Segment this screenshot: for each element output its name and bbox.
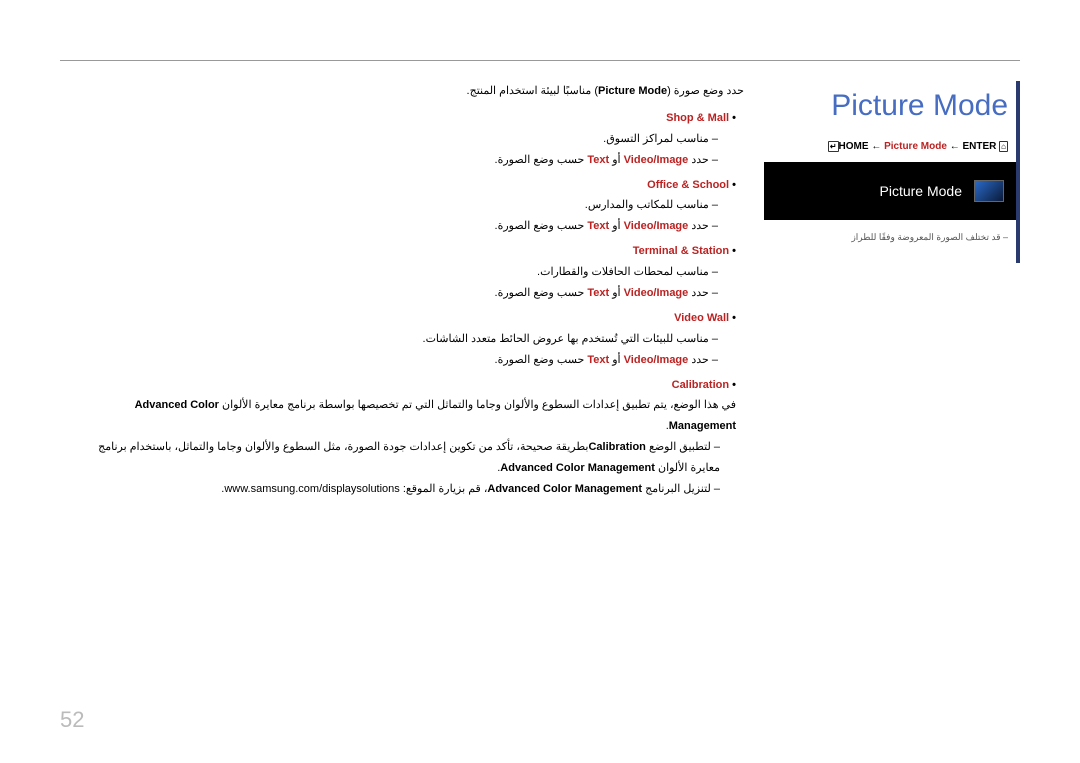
- page-title: Picture Mode: [764, 89, 1016, 123]
- home-icon: ⌂: [999, 141, 1008, 152]
- text-label: Text: [587, 220, 609, 232]
- mode-name: Calibration: [672, 379, 729, 391]
- page-number: 52: [60, 707, 84, 733]
- mode-desc: مناسب للبيئات التي تُستخدم بها عروض الحا…: [70, 329, 736, 350]
- text-label: Text: [587, 287, 609, 299]
- mode-name: Office & School: [647, 179, 729, 191]
- cal-bullet-1: لتطبيق الوضع Calibrationبطريقة صحيحة، تأ…: [70, 437, 720, 479]
- enter-icon: ↵: [828, 141, 839, 152]
- osd-note: – قد تختلف الصورة المعروضة وفقًا للطراز: [764, 232, 1016, 243]
- picture-mode-icon: [974, 180, 1004, 202]
- or-text: أو: [609, 220, 623, 232]
- or-text: أو: [609, 287, 623, 299]
- mode-name: Terminal & Station: [633, 245, 729, 257]
- mode-select: حدد Video/Image أو Text حسب وضع الصورة.: [70, 216, 736, 237]
- mode-video-wall: Video Wall مناسب للبيئات التي تُستخدم به…: [70, 308, 736, 371]
- cal-pre: في هذا الوضع، يتم تطبيق إعدادات السطوع و…: [219, 399, 736, 411]
- intro-post: ) مناسبًا لبيئة استخدام المنتج.: [467, 85, 598, 97]
- mode-name: Shop & Mall: [666, 112, 729, 124]
- breadcrumb-mid: Picture Mode: [884, 141, 947, 152]
- mode-desc: مناسب لمراكز التسوق.: [70, 129, 736, 150]
- video-image-label: Video/Image: [624, 154, 689, 166]
- mode-desc: مناسب لمحطات الحافلات والقطارات.: [70, 262, 736, 283]
- or-text: أو: [609, 354, 623, 366]
- intro-pre: حدد وضع صورة (: [667, 85, 744, 97]
- b1-cal: Calibration: [588, 441, 645, 453]
- mode-name: Video Wall: [674, 312, 729, 324]
- select-post: حسب وضع الصورة.: [495, 220, 588, 232]
- b2-mid: ، قم بزيارة الموقع:: [400, 483, 488, 495]
- calibration-para: في هذا الوضع، يتم تطبيق إعدادات السطوع و…: [70, 395, 736, 437]
- select-post: حسب وضع الصورة.: [495, 287, 588, 299]
- mode-select: حدد Video/Image أو Text حسب وضع الصورة.: [70, 350, 736, 371]
- mode-terminal-station: Terminal & Station مناسب لمحطات الحافلات…: [70, 241, 736, 304]
- mode-select: حدد Video/Image أو Text حسب وضع الصورة.: [70, 150, 736, 171]
- select-post: حسب وضع الصورة.: [495, 154, 588, 166]
- mode-select: حدد Video/Image أو Text حسب وضع الصورة.: [70, 283, 736, 304]
- mode-desc: مناسب للمكاتب والمدارس.: [70, 195, 736, 216]
- text-label: Text: [587, 154, 609, 166]
- divider: [60, 60, 1020, 61]
- video-image-label: Video/Image: [624, 220, 689, 232]
- arrow-icon: ←: [871, 141, 881, 152]
- right-column: Picture Mode ⌂ HOME ← Picture Mode ← ENT…: [760, 81, 1020, 263]
- b2-pre: لتنزيل البرنامج: [642, 483, 711, 495]
- text-label: Text: [587, 354, 609, 366]
- breadcrumb: ⌂ HOME ← Picture Mode ← ENTER ↵: [764, 141, 1016, 152]
- breadcrumb-home: HOME: [839, 141, 869, 152]
- cal-bullet-2: لتنزيل البرنامج Advanced Color Managemen…: [70, 479, 720, 500]
- mode-calibration: Calibration في هذا الوضع، يتم تطبيق إعدا…: [70, 375, 736, 500]
- mode-office-school: Office & School مناسب للمكاتب والمدارس. …: [70, 175, 736, 238]
- video-image-label: Video/Image: [624, 287, 689, 299]
- download-url: www.samsung.com/displaysolutions: [224, 483, 399, 495]
- content-column: حدد وضع صورة (Picture Mode) مناسبًا لبيئ…: [60, 81, 744, 504]
- osd-panel: Picture Mode: [764, 162, 1016, 220]
- intro-line: حدد وضع صورة (Picture Mode) مناسبًا لبيئ…: [70, 81, 744, 102]
- osd-title: Picture Mode: [880, 183, 962, 199]
- b1-acm: Advanced Color Management: [500, 462, 655, 474]
- or-text: أو: [609, 154, 623, 166]
- b1-pre: لتطبيق الوضع: [646, 441, 711, 453]
- video-image-label: Video/Image: [624, 354, 689, 366]
- calibration-sublist: لتطبيق الوضع Calibrationبطريقة صحيحة، تأ…: [70, 437, 736, 500]
- breadcrumb-enter: ENTER: [962, 141, 996, 152]
- arrow-icon: ←: [950, 141, 960, 152]
- modes-list: Shop & Mall مناسب لمراكز التسوق. حدد Vid…: [70, 108, 744, 500]
- b2-acm: Advanced Color Management: [487, 483, 642, 495]
- mode-shop-mall: Shop & Mall مناسب لمراكز التسوق. حدد Vid…: [70, 108, 736, 171]
- select-post: حسب وضع الصورة.: [495, 354, 588, 366]
- intro-label: Picture Mode: [598, 85, 667, 97]
